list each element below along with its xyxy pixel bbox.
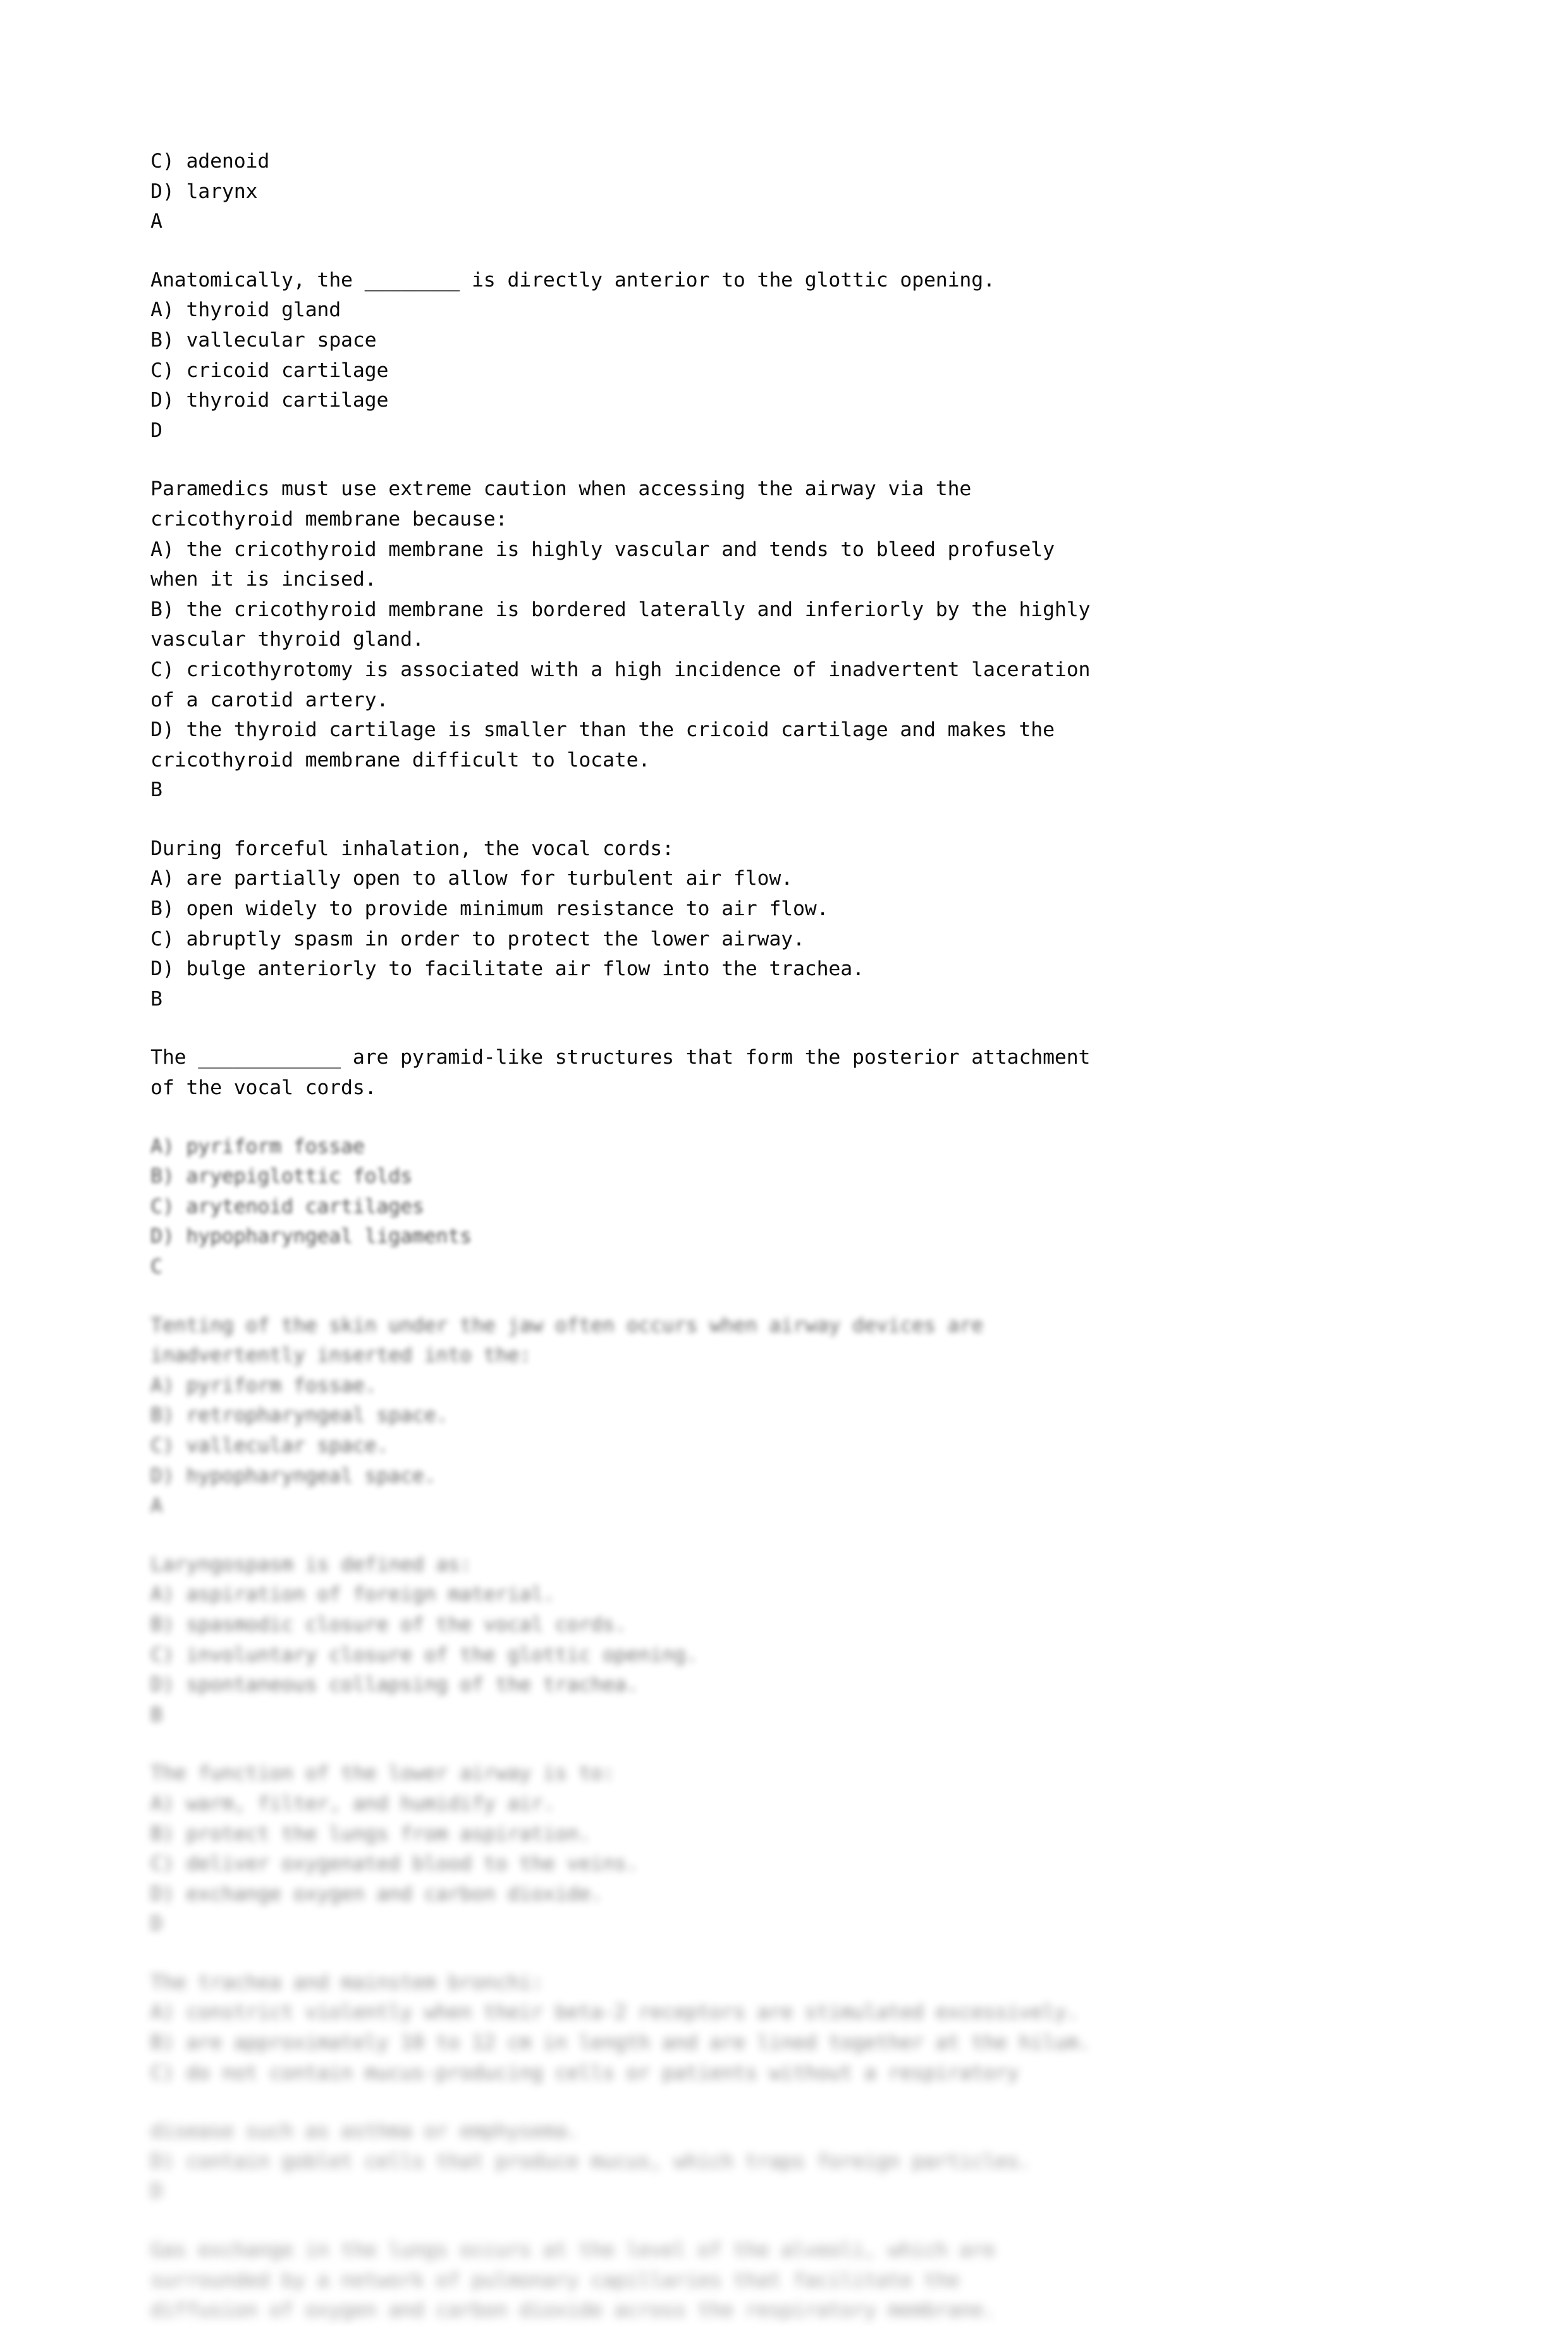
text-line: A) pyriform fossae xyxy=(150,1135,365,1158)
text-line: A) pyriform fossae. xyxy=(150,1374,377,1397)
text-block-q-laryngospasm: Laryngospasm is defined as: A) aspiration… xyxy=(150,1550,1421,1731)
text-line: The trachea and mainstem bronchi: xyxy=(150,1971,543,1994)
text-line: B xyxy=(150,987,162,1011)
text-line: A xyxy=(150,1494,162,1518)
text-line: C) cricothyrotomy is associated with a h… xyxy=(150,658,1091,681)
text-line: vascular thyroid gland. xyxy=(150,628,424,651)
text-line: B xyxy=(150,778,162,802)
text-line: B) protect the lungs from aspiration. xyxy=(150,1822,591,1845)
text-line: C xyxy=(150,1255,162,1278)
text-line: A) the cricothyroid membrane is highly v… xyxy=(150,538,1055,561)
document-text-body: C) adenoid D) larynx A Anatomically, the __… xyxy=(150,147,1421,2326)
text-line: of the vocal cords. xyxy=(150,1076,377,1100)
text-line: The function of the lower airway is to: xyxy=(150,1762,615,1785)
text-line: B) retropharyngeal space. xyxy=(150,1404,448,1427)
text-line: C) do not contain mucus-producing cells … xyxy=(150,2061,1019,2084)
text-block-q-glottic-opening: Anatomically, the ________ is directly a… xyxy=(150,266,1421,446)
text-line: when it is incised. xyxy=(150,568,377,591)
text-line: B) vallecular space xyxy=(150,328,377,352)
text-block-q-nasopharynx-tail: C) adenoid D) larynx A xyxy=(150,147,1421,237)
text-line: D) spontaneous collapsing of the trachea… xyxy=(150,1673,639,1697)
text-line: B) open widely to provide minimum resist… xyxy=(150,897,829,921)
text-line: D xyxy=(150,419,162,442)
text-line: D) hypopharyngeal ligaments xyxy=(150,1225,472,1248)
text-line: C) involuntary closure of the glottic op… xyxy=(150,1643,698,1666)
text-block-q-trachea-mainstem-bronchi-tail: disease such as asthma or emphysema. D) c… xyxy=(150,2117,1421,2207)
text-line: of a carotid artery. xyxy=(150,688,389,711)
text-line: D) exchange oxygen and carbon dioxide. xyxy=(150,1882,603,1905)
text-line: D) hypopharyngeal space. xyxy=(150,1464,436,1487)
text-block-q-arytenoid-cartilages-options: A) pyriform fossae B) aryepiglottic folds… xyxy=(150,1132,1421,1283)
text-line: B) the cricothyroid membrane is bordered… xyxy=(150,598,1091,621)
text-line: C) arytenoid cartilages xyxy=(150,1195,424,1218)
text-line: diffusion of oxygen and carbon dioxide a… xyxy=(150,2299,995,2322)
text-block-q-gas-exchange: Gas exchange in the lungs occurs at the … xyxy=(150,2236,1421,2326)
text-line: inadvertently inserted into the: xyxy=(150,1344,532,1367)
text-line: disease such as asthma or emphysema. xyxy=(150,2120,579,2143)
text-line: C) cricoid cartilage xyxy=(150,359,389,382)
text-block-q-trachea-mainstem-bronchi: The trachea and mainstem bronchi: A) cons… xyxy=(150,1968,1421,2088)
text-block-q-forceful-inhalation: During forceful inhalation, the vocal co… xyxy=(150,834,1421,1015)
text-line: A) thyroid gland xyxy=(150,298,341,322)
text-line: Gas exchange in the lungs occurs at the … xyxy=(150,2239,995,2262)
text-line: B xyxy=(150,1703,162,1726)
text-line: A) aspiration of foreign material. xyxy=(150,1583,555,1606)
text-line: Tenting of the skin under the jaw often … xyxy=(150,1314,984,1337)
text-line: C) abruptly spasm in order to protect th… xyxy=(150,927,805,951)
text-line: A) warm, filter, and humidify air. xyxy=(150,1792,555,1815)
text-line: Paramedics must use extreme caution when… xyxy=(150,477,972,501)
text-line: D xyxy=(150,2180,162,2203)
text-line: cricothyroid membrane difficult to locat… xyxy=(150,748,651,772)
text-line: D) bulge anteriorly to facilitate air fl… xyxy=(150,957,864,981)
text-line: C) vallecular space. xyxy=(150,1434,389,1457)
text-line: B) are approximately 10 to 12 cm in leng… xyxy=(150,2031,1091,2055)
text-block-q-lower-airway-function: The function of the lower airway is to: A… xyxy=(150,1759,1421,1940)
text-line: A) are partially open to allow for turbu… xyxy=(150,867,793,890)
text-line: B) spasmodic closure of the vocal cords. xyxy=(150,1613,627,1636)
text-line: C) deliver oxygenated blood to the veins… xyxy=(150,1852,639,1876)
text-line: D xyxy=(150,1912,162,1936)
text-line: D) contain goblet cells that produce muc… xyxy=(150,2150,1031,2173)
text-block-q-arytenoid-cartilages: The ____________ are pyramid-like struct… xyxy=(150,1043,1421,1103)
text-line: surrounded by a network of pulmonary cap… xyxy=(150,2268,960,2292)
text-line: A xyxy=(150,210,162,233)
text-line: D) larynx xyxy=(150,180,258,203)
text-line: C) adenoid xyxy=(150,150,270,173)
text-line: B) aryepiglottic folds xyxy=(150,1165,412,1188)
text-line: Laryngospasm is defined as: xyxy=(150,1553,472,1576)
text-line: D) thyroid cartilage xyxy=(150,389,389,412)
text-line: cricothyroid membrane because: xyxy=(150,507,508,531)
text-block-q-cricothyroid-membrane: Paramedics must use extreme caution when… xyxy=(150,474,1421,806)
text-line: A) constrict violently when their beta-2… xyxy=(150,2001,1079,2024)
text-line: Anatomically, the ________ is directly a… xyxy=(150,268,995,292)
text-line: The ____________ are pyramid-like struct… xyxy=(150,1046,1091,1069)
text-block-q-skin-under-jaw: Tenting of the skin under the jaw often … xyxy=(150,1311,1421,1522)
text-line: D) the thyroid cartilage is smaller than… xyxy=(150,718,1055,742)
document-page: C) adenoid D) larynx A Anatomically, the __… xyxy=(0,0,1568,2322)
text-line: During forceful inhalation, the vocal co… xyxy=(150,837,674,860)
